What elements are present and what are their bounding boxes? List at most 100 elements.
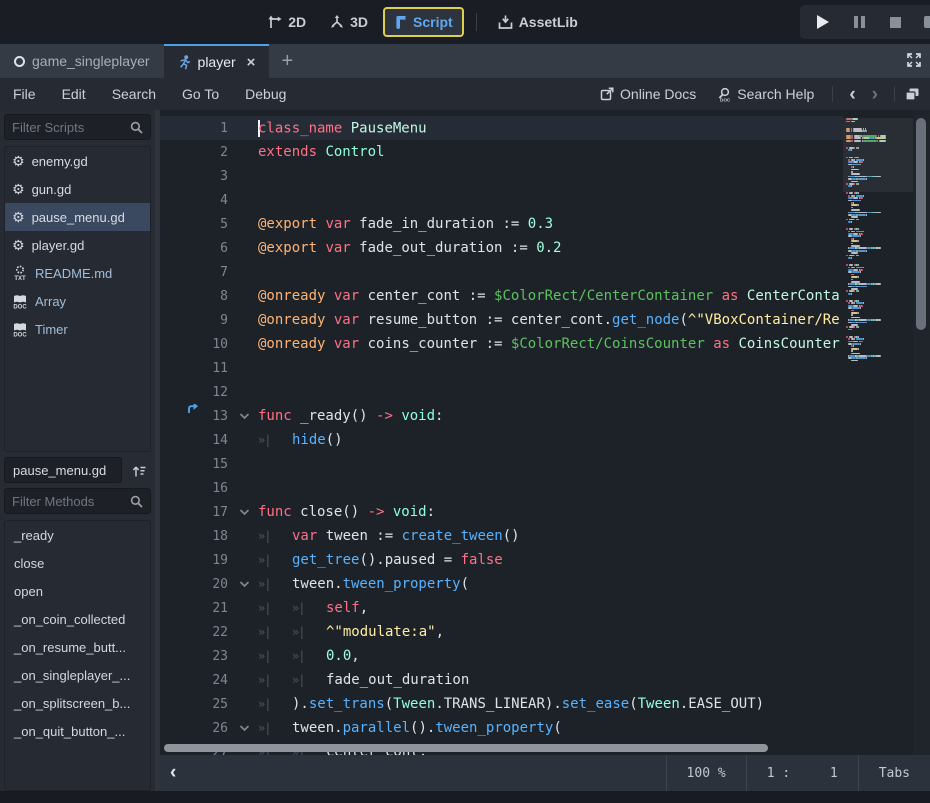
method-list-item[interactable]: _on_splitscreen_b... [5,689,150,717]
code-text[interactable]: func close() -> void: [258,504,435,520]
minimap-viewport[interactable] [843,118,913,192]
online-docs-button[interactable]: Online Docs [592,86,704,102]
method-list-item[interactable]: _ready [5,521,150,549]
method-list-item[interactable]: _on_coin_collected [5,605,150,633]
toggle-scripts-panel-button[interactable]: ‹ [160,762,186,784]
code-line[interactable]: 20 »|tween.tween_property( [160,572,843,596]
gutter[interactable]: 1 [160,121,228,136]
menu-goto[interactable]: Go To [169,86,232,102]
menu-file[interactable]: File [0,86,49,102]
code-line[interactable]: 5 @export var fade_in_duration := 0.3 [160,212,843,236]
code-line[interactable]: 15 [160,452,843,476]
gutter[interactable]: 23 [160,649,228,664]
scene-tab-game-singleplayer[interactable]: game_singleplayer [0,44,164,78]
code-text[interactable]: »|var tween := create_tween() [258,528,520,544]
script-list-item[interactable]: ⚙player.gd [5,231,150,259]
script-list-item[interactable]: DOCTimer [5,315,150,343]
code-text[interactable]: @export var fade_out_duration := 0.2 [258,240,561,256]
menu-debug[interactable]: Debug [232,86,299,102]
code-line[interactable]: 11 [160,356,843,380]
gutter[interactable]: 10 [160,337,228,352]
code-text[interactable]: @export var fade_in_duration := 0.3 [258,216,553,232]
gutter[interactable]: 7 [160,265,228,280]
gutter[interactable]: 11 [160,361,228,376]
code-text[interactable]: »|»|0.0, [258,648,360,664]
code-text[interactable]: »|get_tree().paused = false [258,552,503,568]
code-line[interactable]: 23 »|»|0.0, [160,644,843,668]
gutter[interactable]: 25 [160,697,228,712]
gutter[interactable]: 12 [160,385,228,400]
menu-search[interactable]: Search [99,86,169,102]
script-list-item[interactable]: TXTREADME.md [5,259,150,287]
code-line[interactable]: 10@onready var coins_counter := $ColorRe… [160,332,843,356]
scene-tab-player[interactable]: player × [164,44,270,78]
menu-edit[interactable]: Edit [49,86,99,102]
method-list-item[interactable]: open [5,577,150,605]
gutter[interactable]: 22 [160,625,228,640]
horizontal-scrollbar-thumb[interactable] [164,744,768,752]
code-line[interactable]: 12 [160,380,843,404]
gutter[interactable]: 5 [160,217,228,232]
gutter[interactable]: 3 [160,169,228,184]
code-text[interactable]: »|).set_trans(Tween.TRANS_LINEAR).set_ea… [258,696,764,712]
code-line[interactable]: 17func close() -> void: [160,500,843,524]
gutter[interactable]: 15 [160,457,228,472]
gutter[interactable]: 18 [160,529,228,544]
expand-editor-button[interactable] [906,52,922,68]
code-text[interactable]: »|»|fade_out_duration [258,672,469,688]
history-forward-button[interactable]: › [866,85,884,104]
code-text[interactable]: @onready var center_cont := $ColorRect/C… [258,288,840,304]
gutter[interactable]: 21 [160,601,228,616]
sort-methods-button[interactable] [127,460,151,482]
gutter[interactable]: 2 [160,145,228,160]
code-line[interactable]: 7 [160,260,843,284]
make-floating-button[interactable] [905,87,920,102]
gutter[interactable]: 19 [160,553,228,568]
code-line[interactable]: 24»|»|fade_out_duration [160,668,843,692]
fold-chevron-icon[interactable] [228,412,258,420]
tab-2d[interactable]: 2D [259,9,315,35]
fold-chevron-icon[interactable] [228,580,258,588]
tab-3d[interactable]: 3D [321,9,377,35]
filter-scripts-input[interactable]: Filter Scripts [4,114,151,140]
indent-mode[interactable]: Tabs [858,755,930,791]
code-line[interactable]: 18 »|var tween := create_tween() [160,524,843,548]
method-list-item[interactable]: close [5,549,150,577]
code-line[interactable]: 4 [160,188,843,212]
code-editor[interactable]: 1class_name PauseMenu2extends Control345… [160,110,930,755]
tab-script[interactable]: Script [383,7,464,37]
horizontal-scrollbar[interactable] [160,743,930,753]
code-line[interactable]: 25 »|).set_trans(Tween.TRANS_LINEAR).set_… [160,692,843,716]
minimap[interactable] [843,110,913,755]
code-line[interactable]: 19 »|get_tree().paused = false [160,548,843,572]
gutter[interactable]: 9 [160,313,228,328]
code-line[interactable]: 9 @onready var resume_button := center_co… [160,308,843,332]
script-list-item[interactable]: ⚙gun.gd [5,175,150,203]
code-text[interactable]: @onready var resume_button := center_con… [258,312,840,328]
code-text[interactable]: class_name PauseMenu [258,120,427,137]
tab-assetlib[interactable]: AssetLib [489,9,587,35]
code-text[interactable]: »|hide() [258,432,343,448]
method-list-item[interactable]: _on_singleplayer_... [5,661,150,689]
code-line[interactable]: 26»|tween.parallel().tween_property( [160,716,843,740]
play-scene-button[interactable] [918,9,930,35]
code-line[interactable]: 8@onready var center_cont := $ColorRect/… [160,284,843,308]
script-list-item[interactable]: ⚙pause_menu.gd [5,203,150,231]
code-text[interactable]: »|tween.tween_property( [258,576,469,592]
search-help-button[interactable]: DOC Search Help [708,86,822,102]
code-line[interactable]: 1 class_name PauseMenu [160,116,843,140]
gutter[interactable]: 14 [160,433,228,448]
gutter[interactable]: 13 [160,409,228,424]
gutter[interactable]: 16 [160,481,228,496]
method-list-item[interactable]: _on_resume_butt... [5,633,150,661]
code-line[interactable]: 3 [160,164,843,188]
gutter[interactable]: 26 [160,721,228,736]
fold-chevron-icon[interactable] [228,724,258,732]
play-button[interactable] [810,9,836,35]
method-list-item[interactable]: _on_quit_button_... [5,717,150,745]
code-text[interactable]: extends Control [258,144,384,160]
pause-button[interactable] [846,9,872,35]
script-list-item[interactable]: ⚙enemy.gd [5,147,150,175]
gutter[interactable]: 20 [160,577,228,592]
history-back-button[interactable]: ‹ [843,85,861,104]
